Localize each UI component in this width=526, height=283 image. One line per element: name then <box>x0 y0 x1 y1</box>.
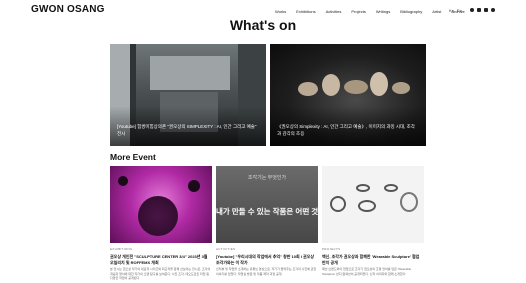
main-nav: Works Exhibitions Activities Projects Wr… <box>275 9 475 14</box>
featured-caption[interactable]: [Youtube] 힘쌍미힘상의존 "권오상의 SIMPLEXITY : AI,… <box>117 123 257 137</box>
ring-product <box>358 200 376 212</box>
sculpture-figure <box>344 80 368 94</box>
image-text: 조각기는 무엇인가 <box>247 175 287 181</box>
event-card[interactable]: EXHIBITIONS 권오상 개인전 "SCULPTURE CENTER 3/… <box>110 166 212 281</box>
lang-ko[interactable]: Ko <box>449 8 454 13</box>
facebook-icon[interactable] <box>477 8 481 12</box>
blog-icon[interactable] <box>491 8 495 12</box>
event-title[interactable]: 백신, 조각가 권오상과 함께한 'Wearable Sculpture' 협업… <box>322 254 424 265</box>
event-image[interactable] <box>322 166 424 243</box>
image-text: 내가 만들 수 있는 작품은 어떤 것일까 <box>216 207 318 216</box>
event-card[interactable]: 조각기는 무엇인가 내가 만들 수 있는 작품은 어떤 것일까 ACTIVITI… <box>216 166 318 276</box>
instagram-icon[interactable] <box>470 8 474 12</box>
event-card[interactable]: PROJECTS 백신, 조각가 권오상과 함께한 'Wearable Scul… <box>322 166 424 276</box>
event-image[interactable] <box>110 166 212 243</box>
event-title[interactable]: 권오상 개인전 "SCULPTURE CENTER 3/4" 2023년 3월 … <box>110 254 212 265</box>
sculpture-figure <box>392 82 410 94</box>
sculpture-sphere <box>138 196 178 236</box>
sculpture-sphere <box>188 180 200 192</box>
event-category: ACTIVITIES <box>216 247 236 251</box>
featured-caption[interactable]: 《권오상의 Simplexity : AI, 인간 그리고 예술》, 이미지의 … <box>277 123 417 137</box>
page-title: What's on <box>229 17 297 33</box>
social-links <box>470 8 495 12</box>
nav-item-bibliography[interactable]: Bibliography <box>400 9 422 14</box>
nav-item-activities[interactable]: Activities <box>326 9 342 14</box>
youtube-icon[interactable] <box>484 8 488 12</box>
ring-product <box>330 196 346 212</box>
event-description: 인터뷰 및 작업을 소개하는 유튜브 영상으로, 작가가 들려주는 조각과 사진… <box>216 267 317 276</box>
featured-card[interactable]: [Youtube] 힘쌍미힘상의존 "권오상의 SIMPLEXITY : AI,… <box>110 44 266 146</box>
nav-item-writings[interactable]: Writings <box>376 9 390 14</box>
nav-item-works[interactable]: Works <box>275 9 286 14</box>
event-description: 패션 브랜드와의 협업으로 조각가 권오상의 조형 언어를 담은 'Wearab… <box>322 267 412 276</box>
event-category: PROJECTS <box>322 247 341 251</box>
more-event-heading: More Event <box>110 152 156 162</box>
nav-item-exhibitions[interactable]: Exhibitions <box>296 9 315 14</box>
event-image[interactable]: 조각기는 무엇인가 내가 만들 수 있는 작품은 어떤 것일까 <box>216 166 318 243</box>
sculpture-sphere <box>118 176 128 186</box>
sculpture-figure <box>370 72 388 96</box>
ring-product <box>400 192 418 212</box>
event-category: EXHIBITIONS <box>110 247 133 251</box>
sculpture-figure <box>298 82 318 96</box>
nav-item-artist[interactable]: Artist <box>432 9 441 14</box>
ring-product <box>356 184 370 192</box>
building-window <box>150 56 230 90</box>
sculpture-figure <box>322 74 340 96</box>
language-switch: Ko En <box>449 8 462 13</box>
event-title[interactable]: [Youtube] "우리시대의 작업에서 추억" 창판 10회 I 권오상 조… <box>216 254 318 265</box>
site-logo[interactable]: GWON OSANG <box>31 4 105 15</box>
lang-en[interactable]: En <box>457 8 462 13</box>
ring-product <box>384 184 398 192</box>
featured-card[interactable]: 《권오상의 Simplexity : AI, 인간 그리고 예술》, 이미지의 … <box>270 44 426 146</box>
event-description: 본 전시는 권오상 작가의 대표적 시리즈와 최근작을 함께 선보이는 전시로,… <box>110 267 211 280</box>
nav-item-projects[interactable]: Projects <box>351 9 365 14</box>
